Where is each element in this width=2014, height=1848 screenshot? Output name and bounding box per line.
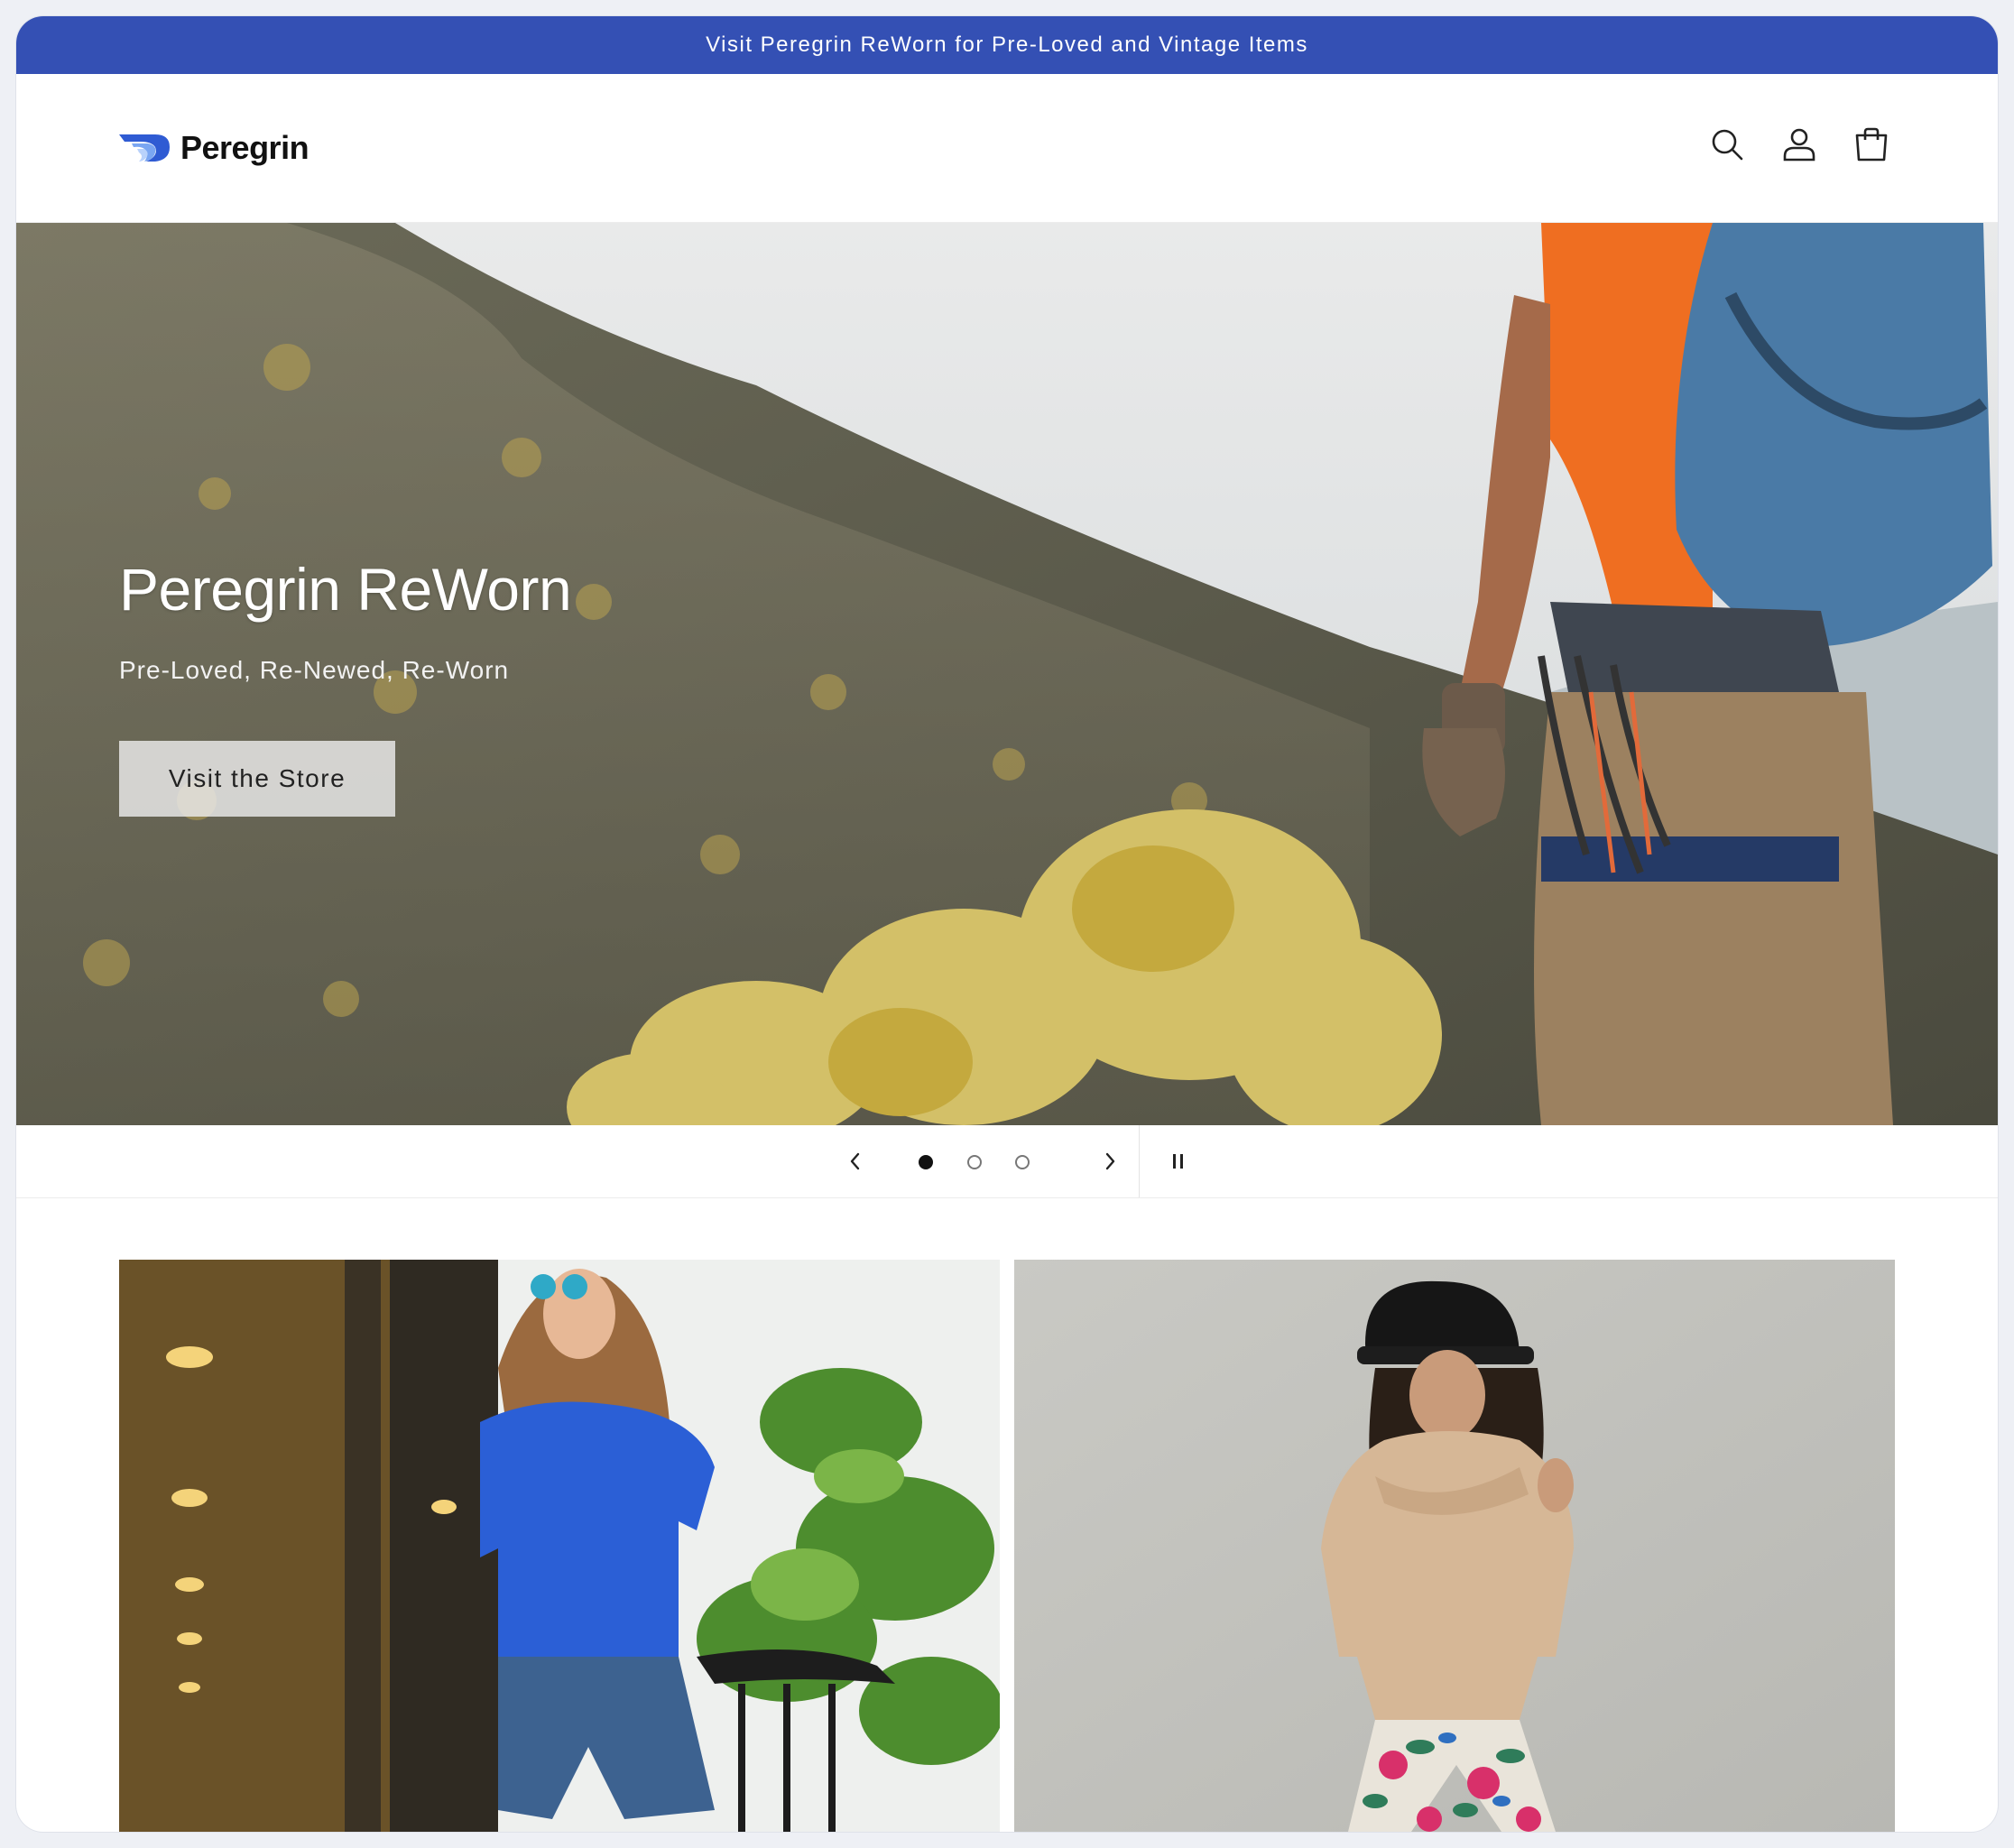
hero-title: Peregrin ReWorn	[119, 556, 572, 623]
blue-tshirt-model-image	[119, 1260, 1000, 1832]
brand-logo[interactable]: Peregrin	[119, 125, 309, 171]
collection-tile-left[interactable]	[119, 1260, 1000, 1832]
pause-icon[interactable]	[1162, 1145, 1195, 1178]
chevron-left-icon[interactable]	[839, 1145, 872, 1178]
brand-name: Peregrin	[180, 129, 309, 166]
visit-store-button[interactable]: Visit the Store	[119, 741, 395, 817]
collection-tile-right[interactable]	[1014, 1260, 1895, 1832]
search-icon[interactable]	[1709, 125, 1745, 164]
browser-page: Visit Peregrin ReWorn for Pre-Loved and …	[16, 16, 1998, 1832]
slide-dot-2[interactable]	[967, 1155, 982, 1169]
site-header: Peregrin	[16, 74, 1998, 223]
hero-subtitle: Pre-Loved, Re-Newed, Re-Worn	[119, 656, 510, 684]
chevron-right-icon[interactable]	[1094, 1145, 1126, 1178]
slide-dot-1[interactable]	[919, 1155, 933, 1169]
announcement-bar[interactable]: Visit Peregrin ReWorn for Pre-Loved and …	[16, 16, 1998, 74]
peregrin-wing-logo-icon	[119, 134, 170, 162]
slideshow-controls	[16, 1125, 1998, 1198]
hero-banner: Peregrin ReWorn Pre-Loved, Re-Newed, Re-…	[16, 223, 1998, 1125]
controls-divider	[1139, 1125, 1140, 1197]
slide-dot-3[interactable]	[1015, 1155, 1030, 1169]
account-icon[interactable]	[1781, 125, 1817, 164]
cart-icon[interactable]	[1853, 125, 1889, 164]
header-actions	[1709, 125, 1889, 164]
sweatshirt-model-image	[1014, 1260, 1895, 1832]
announcement-text[interactable]: Visit Peregrin ReWorn for Pre-Loved and …	[706, 32, 1308, 58]
